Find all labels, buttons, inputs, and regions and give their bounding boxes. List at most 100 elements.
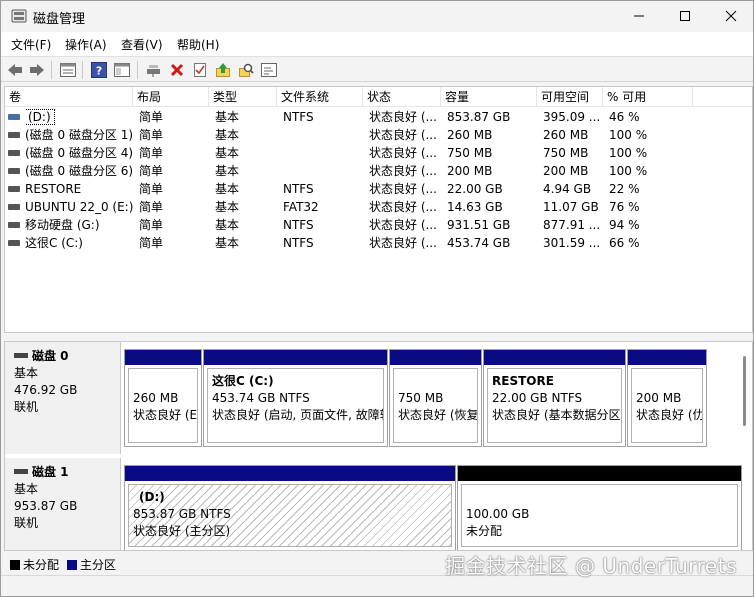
help-button[interactable]: ? bbox=[89, 60, 109, 80]
volume-capacity: 22.00 GB bbox=[447, 182, 503, 196]
minimize-icon bbox=[634, 15, 644, 17]
partition[interactable]: 750 MB 状态良好 (恢复 bbox=[389, 349, 482, 447]
volume-row[interactable]: (磁盘 0 磁盘分区 4) 简单 基本 状态良好 (... 750 MB 750 MB 10… bbox=[5, 144, 752, 162]
volume-free-space: 750 MB bbox=[543, 146, 589, 160]
volume-capacity: 453.74 GB bbox=[447, 236, 511, 250]
volume-name: 移动硬盘 (G:) bbox=[25, 218, 100, 232]
settings-icon bbox=[261, 63, 277, 77]
volume-type: 基本 bbox=[215, 200, 240, 214]
partition-size: 750 MB bbox=[398, 391, 444, 405]
partition-title-spacer bbox=[398, 373, 473, 390]
connect-button[interactable] bbox=[144, 60, 164, 80]
volume-percent-free: 46 % bbox=[609, 110, 640, 124]
column-header-status[interactable]: 状态 bbox=[363, 87, 441, 107]
volume-row[interactable]: 移动硬盘 (G:) 简单 基本 NTFS 状态良好 (... 931.51 GB 877.9… bbox=[5, 216, 752, 234]
primary-partition-bar bbox=[125, 350, 201, 365]
volume-name: 这很C (C:) bbox=[25, 236, 83, 250]
legend-primary-label: 主分区 bbox=[80, 558, 117, 572]
volume-row[interactable]: (磁盘 0 磁盘分区 6) 简单 基本 状态良好 (... 200 MB 200 MB 10… bbox=[5, 162, 752, 180]
column-header-type[interactable]: 类型 bbox=[209, 87, 277, 107]
settings-button[interactable] bbox=[259, 60, 279, 80]
volume-icon bbox=[8, 132, 20, 138]
volume-layout: 简单 bbox=[139, 164, 164, 178]
column-header-capacity[interactable]: 容量 bbox=[441, 87, 537, 107]
menu-view[interactable]: 查看(V) bbox=[121, 36, 163, 53]
delete-button[interactable] bbox=[167, 60, 187, 80]
partition[interactable]: 这很C (C:) 453.74 GB NTFS 状态良好 (启动, 页面文件, 故障… bbox=[203, 349, 388, 447]
volume-filesystem: NTFS bbox=[283, 218, 314, 232]
volume-free-space: 877.91 ... bbox=[543, 218, 601, 232]
volume-type: 基本 bbox=[215, 110, 240, 124]
search-icon bbox=[239, 63, 254, 77]
partition[interactable]: RESTORE 22.00 GB NTFS 状态良好 (基本数据分区 bbox=[483, 349, 626, 447]
volume-name: (磁盘 0 磁盘分区 6) bbox=[25, 164, 133, 178]
volume-row[interactable]: RESTORE 简单 基本 NTFS 状态良好 (... 22.00 GB 4.94 GB 2… bbox=[5, 180, 752, 198]
disk-name: 磁盘 0 bbox=[32, 349, 69, 363]
column-header-percent-free[interactable]: % 可用 bbox=[603, 87, 693, 107]
menu-file[interactable]: 文件(F) bbox=[11, 36, 51, 53]
volume-row[interactable]: (D:) 简单 基本 NTFS 状态良好 (... 853.87 GB 395.09 ...… bbox=[5, 108, 752, 126]
legend-unallocated: 未分配 bbox=[10, 556, 59, 573]
partition-size: 853.87 GB NTFS bbox=[133, 507, 231, 521]
close-button[interactable] bbox=[708, 1, 753, 31]
properties-button[interactable] bbox=[190, 60, 210, 80]
forward-button[interactable] bbox=[27, 60, 47, 80]
column-header-volume[interactable]: 卷 bbox=[5, 87, 133, 107]
upload-icon bbox=[216, 63, 230, 77]
maximize-button[interactable] bbox=[662, 1, 708, 31]
volume-row[interactable]: 这很C (C:) 简单 基本 NTFS 状态良好 (... 453.74 GB 301.59… bbox=[5, 234, 752, 252]
volume-type: 基本 bbox=[215, 236, 240, 250]
legend-primary-swatch bbox=[67, 559, 77, 570]
primary-partition-bar bbox=[204, 350, 387, 365]
delete-icon bbox=[170, 63, 184, 77]
volume-name: (磁盘 0 磁盘分区 1) bbox=[25, 128, 133, 142]
volume-row[interactable]: UBUNTU 22_0 (E:) 简单 基本 FAT32 状态良好 (... 14.63 … bbox=[5, 198, 752, 216]
list-view-icon bbox=[60, 63, 76, 77]
disk-icon bbox=[14, 353, 28, 358]
disk-name: 磁盘 1 bbox=[32, 465, 69, 479]
partition-status: 状态良好 (启动, 页面文件, 故障转 bbox=[212, 408, 384, 422]
volume-status: 状态良好 (... bbox=[369, 110, 437, 124]
volume-capacity: 260 MB bbox=[447, 128, 493, 142]
volume-free-space: 395.09 ... bbox=[543, 110, 601, 124]
disk-state: 联机 bbox=[14, 516, 39, 530]
volume-status: 状态良好 (... bbox=[369, 200, 437, 214]
volume-type: 基本 bbox=[215, 146, 240, 160]
watermark: 掘金技术社区 @ UnderTurrets bbox=[445, 554, 737, 578]
legend-primary: 主分区 bbox=[67, 556, 116, 573]
search-button[interactable] bbox=[236, 60, 256, 80]
partition[interactable]: 260 MB 状态良好 (E bbox=[124, 349, 202, 447]
svg-text:?: ? bbox=[96, 65, 102, 78]
back-button[interactable] bbox=[5, 60, 25, 80]
disk-label[interactable]: 磁盘 0 基本 476.92 GB 联机 bbox=[5, 342, 121, 454]
volume-name-selected: (D:) bbox=[25, 109, 55, 125]
volume-row[interactable]: (磁盘 0 磁盘分区 1) 简单 基本 状态良好 (... 260 MB 260 MB 10… bbox=[5, 126, 752, 144]
list-view-button[interactable] bbox=[58, 60, 78, 80]
volume-icon bbox=[8, 150, 20, 156]
column-header-filesystem[interactable]: 文件系统 bbox=[277, 87, 363, 107]
primary-partition-bar bbox=[484, 350, 625, 365]
volume-layout: 简单 bbox=[139, 182, 164, 196]
panel-button[interactable] bbox=[112, 60, 132, 80]
disk-label[interactable]: 磁盘 1 基本 953.87 GB 联机 bbox=[5, 458, 121, 550]
menu-action[interactable]: 操作(A) bbox=[65, 36, 107, 53]
partition[interactable]: 100.00 GB 未分配 bbox=[457, 465, 742, 550]
column-header-layout[interactable]: 布局 bbox=[133, 87, 209, 107]
volume-percent-free: 66 % bbox=[609, 236, 640, 250]
partition-title: RESTORE bbox=[492, 374, 554, 388]
disk-kind: 基本 bbox=[14, 482, 39, 496]
volume-list[interactable]: 卷 布局 类型 文件系统 状态 容量 可用空间 % 可用 (D:) 简单 基本 NTF… bbox=[4, 86, 753, 333]
volume-layout: 简单 bbox=[139, 146, 164, 160]
minimize-button[interactable] bbox=[616, 1, 662, 31]
volume-filesystem bbox=[283, 126, 361, 144]
volume-status: 状态良好 (... bbox=[369, 218, 437, 232]
upload-button[interactable] bbox=[213, 60, 233, 80]
partition[interactable]: 200 MB 状态良好 (仂 bbox=[627, 349, 707, 447]
legend-unallocated-label: 未分配 bbox=[23, 558, 60, 572]
properties-icon bbox=[194, 63, 206, 77]
column-header-free-space[interactable]: 可用空间 bbox=[537, 87, 603, 107]
vertical-scrollbar[interactable] bbox=[743, 356, 746, 426]
menu-help[interactable]: 帮助(H) bbox=[177, 36, 219, 53]
volume-list-header: 卷 布局 类型 文件系统 状态 容量 可用空间 % 可用 bbox=[5, 87, 752, 107]
partition[interactable]: (D:) 853.87 GB NTFS 状态良好 (主分区) bbox=[124, 465, 456, 550]
